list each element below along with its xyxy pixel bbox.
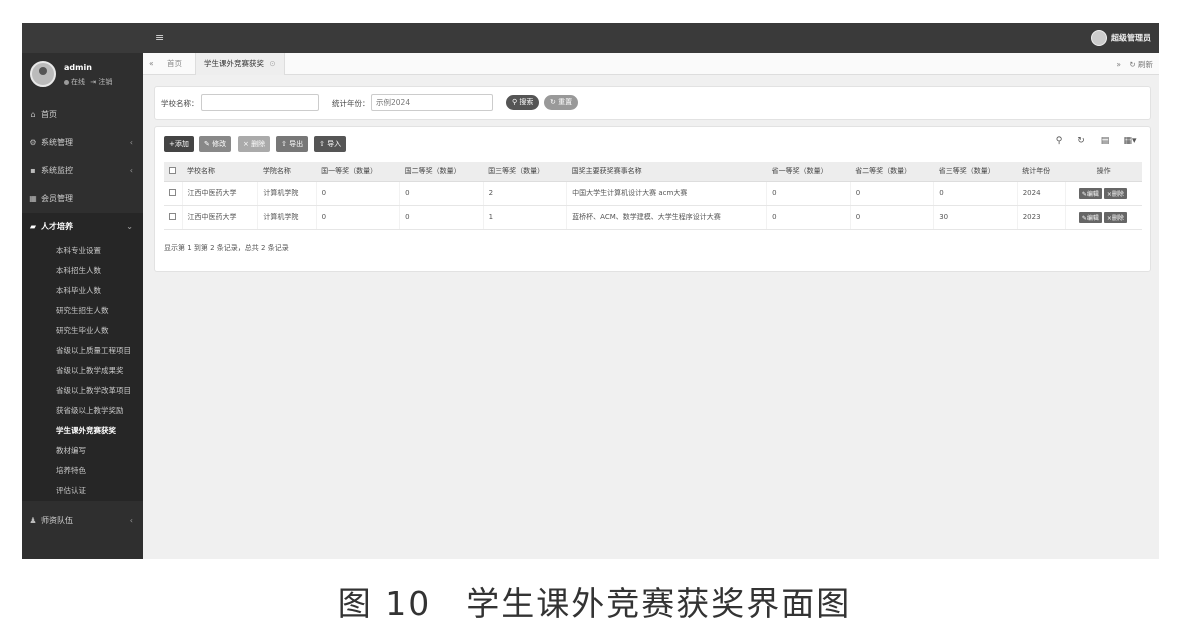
reset-button[interactable]: ↻ 重置 xyxy=(544,95,579,110)
export-label: 导出 xyxy=(289,140,304,148)
col-header[interactable]: 学院名称 xyxy=(257,162,317,182)
export-icon: ⇧ xyxy=(281,140,287,148)
search-button[interactable]: ⚲ 搜索 xyxy=(506,95,540,110)
select-all-checkbox[interactable] xyxy=(169,166,176,174)
row-select-cell xyxy=(164,205,182,230)
table-cell: 2 xyxy=(482,181,567,206)
table-cell: 中国大学生计算机设计大赛 acm大赛 xyxy=(566,181,767,206)
table-cell: 0 xyxy=(766,205,851,230)
search-icon: ⚲ xyxy=(512,98,518,106)
table-cell: 计算机学院 xyxy=(257,181,317,206)
table-area: +添加 ✎ 修改 × 删除 ⇧ 导出 ⇧ 导入 ⚲ ↻ ▤ ▦▾ 学校名称 学院… xyxy=(154,126,1151,272)
import-icon: ⇧ xyxy=(319,140,325,148)
col-header[interactable]: 国三等奖（数量） xyxy=(483,162,567,182)
row-actions: ✎编辑 ×删除 xyxy=(1064,181,1142,206)
table-cell: 江西中医药大学 xyxy=(181,181,258,206)
toggle-view-icon[interactable]: ▤ xyxy=(1096,136,1114,152)
table-cell: 0 xyxy=(849,205,934,230)
search-button-label: 搜索 xyxy=(519,98,534,106)
col-header[interactable]: 省一等奖（数量） xyxy=(766,162,851,182)
table-cell: 江西中医药大学 xyxy=(181,205,258,230)
reset-button-label: 重置 xyxy=(558,98,573,106)
table-cell: 1 xyxy=(482,205,567,230)
export-button[interactable]: ⇧ 导出 xyxy=(276,136,309,152)
table-cell: 0 xyxy=(399,205,484,230)
table-cell: 0 xyxy=(849,181,934,206)
row-edit-button[interactable]: ✎编辑 xyxy=(1078,211,1102,223)
col-header[interactable]: 省三等奖（数量） xyxy=(933,162,1018,182)
school-name-label: 学校名称： xyxy=(161,99,199,108)
delete-label: 删除 xyxy=(251,140,266,148)
col-header[interactable]: 统计年份 xyxy=(1017,162,1066,182)
table-header-row: 学校名称 学院名称 国一等奖（数量） 国二等奖（数量） 国三等奖（数量） 国奖主… xyxy=(164,162,1142,182)
edit-label: 修改 xyxy=(212,140,227,148)
year-label: 统计年份： xyxy=(332,99,370,108)
row-delete-button[interactable]: ×删除 xyxy=(1103,211,1127,223)
close-icon: × xyxy=(243,140,249,148)
import-button[interactable]: ⇧ 导入 xyxy=(314,136,347,152)
select-all-cell xyxy=(164,162,182,182)
year-input[interactable] xyxy=(371,94,493,111)
school-name-input[interactable] xyxy=(201,94,319,111)
col-header[interactable]: 国一等奖（数量） xyxy=(316,162,400,182)
table-cell: 0 xyxy=(315,181,400,206)
row-select-cell xyxy=(164,181,182,206)
table-row: 江西中医药大学 计算机学院 0 0 2 中国大学生计算机设计大赛 acm大赛 0… xyxy=(164,181,1142,206)
row-actions: ✎编辑 ×删除 xyxy=(1064,205,1142,230)
table-cell: 计算机学院 xyxy=(257,205,317,230)
search-form: 学校名称： 统计年份： ⚲ 搜索 ↻ 重置 xyxy=(154,86,1151,120)
table-cell: 30 xyxy=(933,205,1018,230)
awards-table: 学校名称 学院名称 国一等奖（数量） 国二等奖（数量） 国三等奖（数量） 国奖主… xyxy=(164,162,1142,230)
pagination-info: 显示第 1 到第 2 条记录，总共 2 条记录 xyxy=(164,244,289,252)
import-label: 导入 xyxy=(327,140,342,148)
figure-caption: 图 10 学生课外竞赛获奖界面图 xyxy=(337,584,852,623)
edit-button[interactable]: ✎ 修改 xyxy=(199,136,232,152)
refresh-table-icon[interactable]: ↻ xyxy=(1072,136,1090,152)
table-cell: 0 xyxy=(766,181,851,206)
row-delete-button[interactable]: ×删除 xyxy=(1103,187,1127,199)
table-row: 江西中医药大学 计算机学院 0 0 1 蓝桥杯、ACM、数学建模、大学生程序设计… xyxy=(164,205,1142,230)
row-delete-label: 删除 xyxy=(1111,190,1124,198)
add-label: 添加 xyxy=(174,140,189,148)
row-edit-button[interactable]: ✎编辑 xyxy=(1078,187,1102,199)
table-cell: 蓝桥杯、ACM、数学建模、大学生程序设计大赛 xyxy=(566,205,767,230)
row-delete-label: 删除 xyxy=(1111,214,1124,222)
reset-icon: ↻ xyxy=(550,98,556,106)
add-button[interactable]: +添加 xyxy=(164,136,194,152)
col-header[interactable]: 学校名称 xyxy=(182,162,258,182)
content-overlay: 学校名称： 统计年份： ⚲ 搜索 ↻ 重置 +添加 ✎ 修改 × 删除 ⇧ 导出… xyxy=(22,23,1159,559)
search-toggle-icon[interactable]: ⚲ xyxy=(1050,136,1068,152)
row-checkbox[interactable] xyxy=(169,212,176,220)
delete-button[interactable]: × 删除 xyxy=(238,136,271,152)
row-edit-label: 编辑 xyxy=(1086,214,1099,222)
col-header[interactable]: 国奖主要获奖赛事名称 xyxy=(566,162,767,182)
row-checkbox[interactable] xyxy=(169,188,176,196)
col-header: 操作 xyxy=(1065,162,1142,182)
table-cell: 2024 xyxy=(1016,181,1066,206)
columns-dropdown-icon[interactable]: ▦▾ xyxy=(1118,136,1142,152)
table-cell: 0 xyxy=(399,181,484,206)
col-header[interactable]: 国二等奖（数量） xyxy=(399,162,484,182)
table-cell: 2023 xyxy=(1016,205,1066,230)
col-header[interactable]: 省二等奖（数量） xyxy=(850,162,934,182)
table-cell: 0 xyxy=(315,205,400,230)
table-cell: 0 xyxy=(933,181,1018,206)
row-edit-label: 编辑 xyxy=(1086,190,1099,198)
edit-icon: ✎ xyxy=(204,140,210,148)
